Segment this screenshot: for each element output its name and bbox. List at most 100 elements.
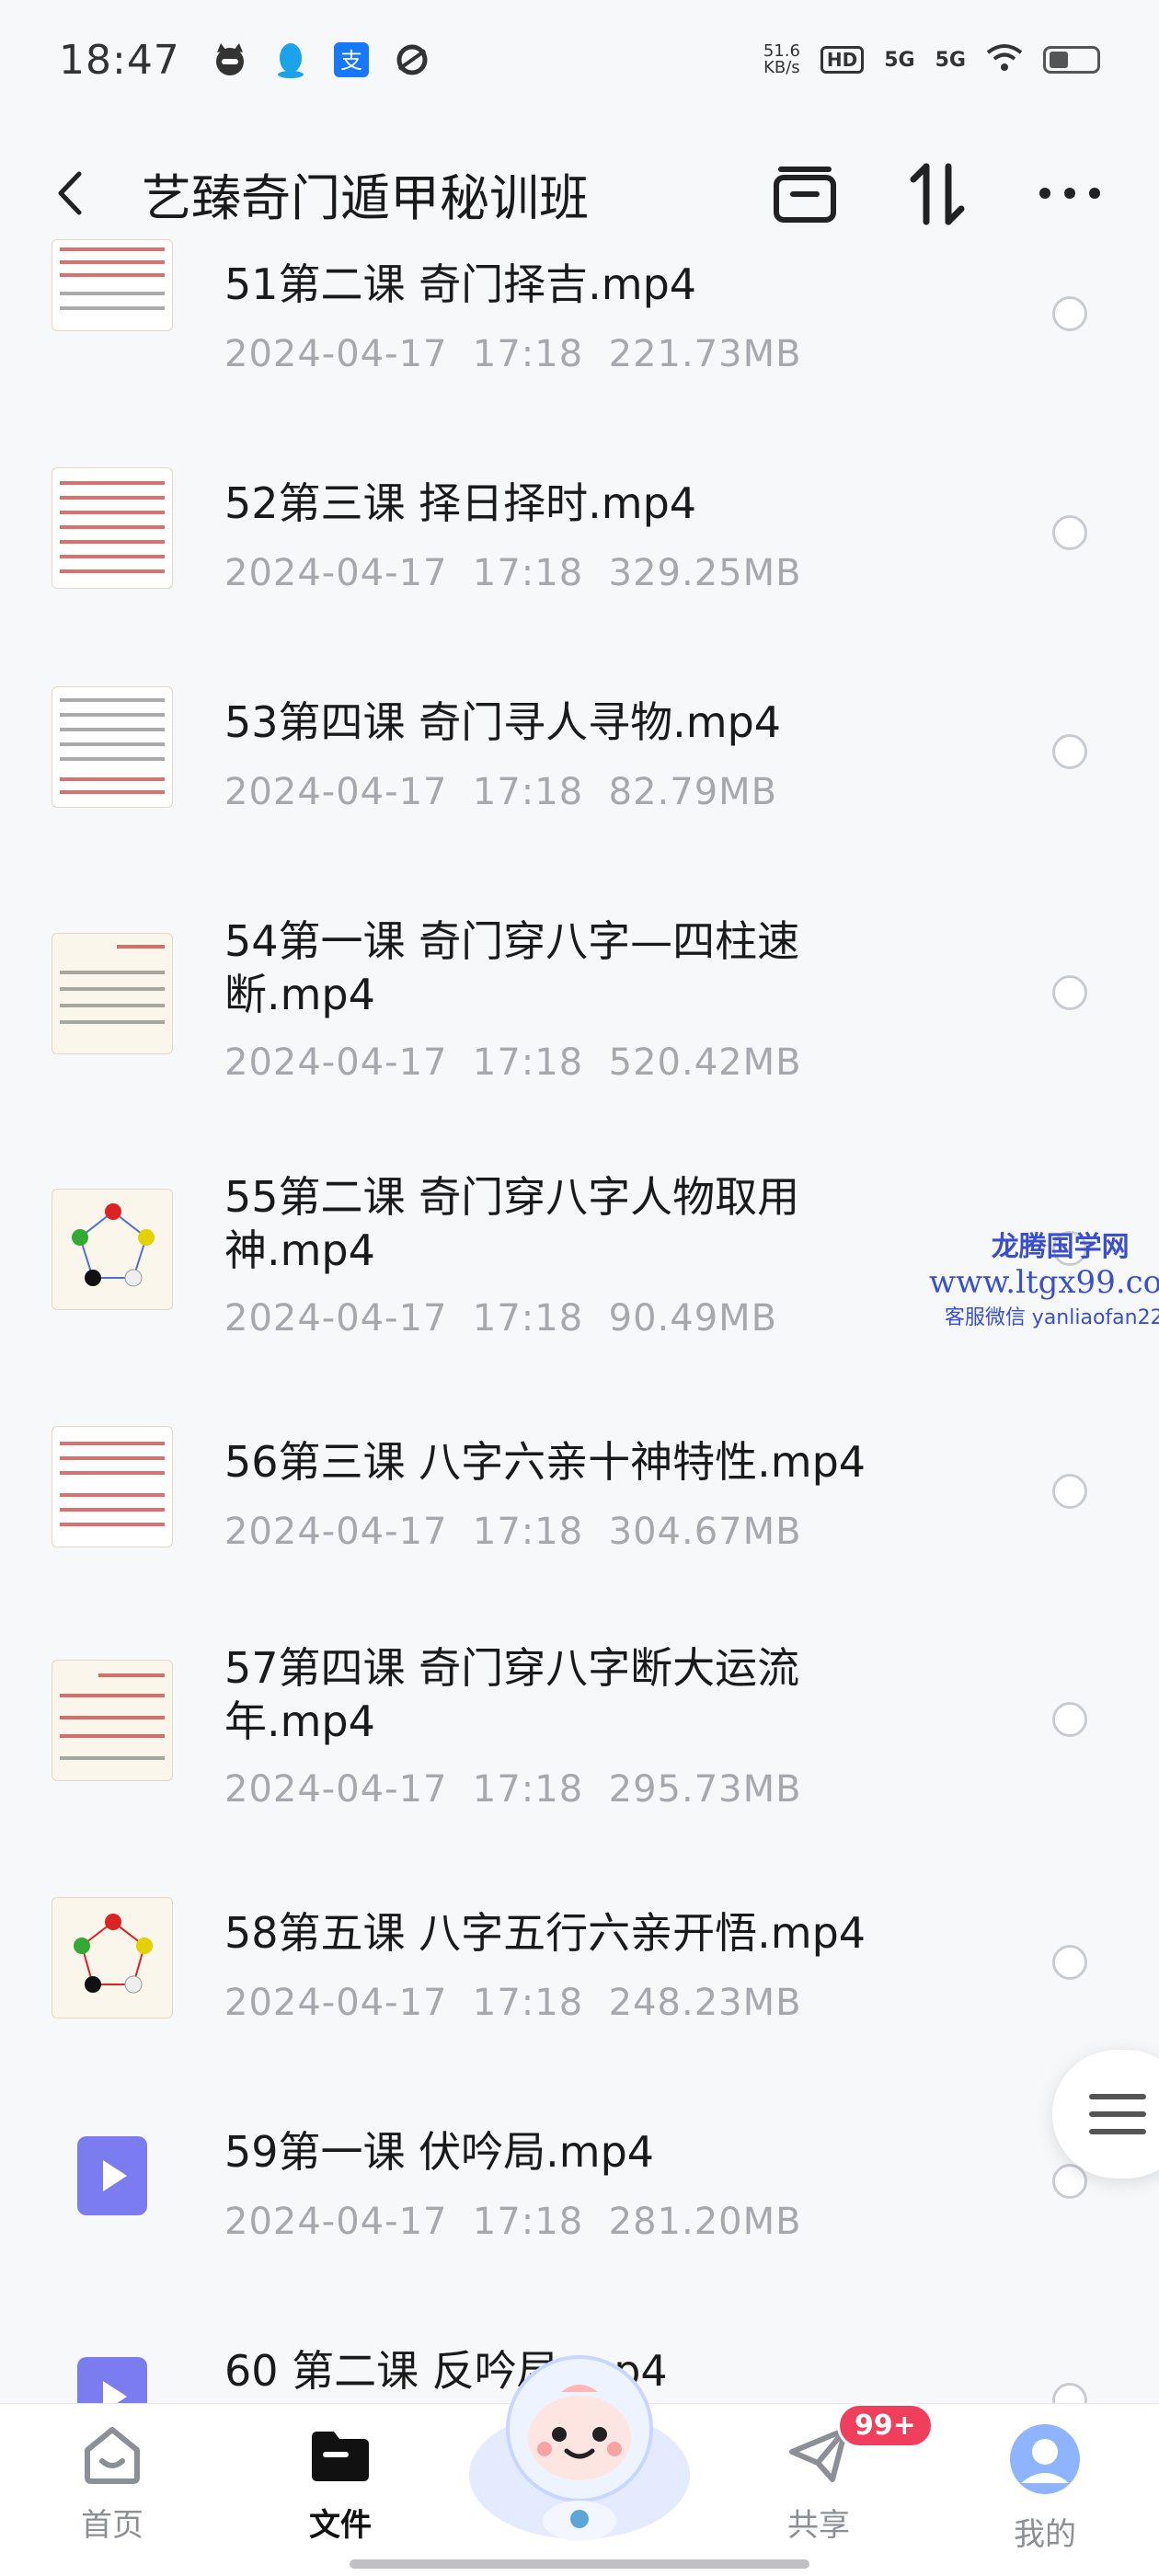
net-speed-unit: KB/s xyxy=(763,58,800,77)
select-radio[interactable] xyxy=(1052,2164,1087,2199)
select-radio[interactable] xyxy=(1052,296,1087,331)
home-indicator[interactable] xyxy=(350,2559,809,2569)
more-icon xyxy=(1039,188,1100,199)
signal-5g-2: 5G xyxy=(935,48,966,72)
file-time: 17:18 xyxy=(472,333,584,375)
file-name: 58第五课 八字五行六亲开悟.mp4 xyxy=(224,1908,866,1958)
five-elements-diagram xyxy=(72,1203,155,1287)
status-bar: 18:47 支 51.6 KB/s HD 5G 5G xyxy=(0,0,1159,120)
file-name: 57第四课 奇门穿八字断大运流年.mp4 xyxy=(224,1643,800,1746)
file-date: 2024-04-17 xyxy=(224,771,448,813)
file-meta: 2024-04-17 17:18 221.73MB xyxy=(224,333,802,375)
floating-menu-button[interactable] xyxy=(1052,2050,1159,2179)
select-radio[interactable] xyxy=(1052,1474,1087,1509)
folder-icon xyxy=(312,2432,369,2481)
back-button[interactable] xyxy=(55,166,101,221)
file-meta: 2024-04-17 17:18 520.42MB xyxy=(224,1041,802,1084)
watermark-url: www.ltgx99.com xyxy=(929,1264,1159,1301)
archive-icon xyxy=(774,167,836,223)
tab-home-label: 首页 xyxy=(81,2507,143,2544)
header-actions xyxy=(771,159,1104,227)
video-thumbnail xyxy=(52,239,173,331)
video-file-icon xyxy=(77,2136,147,2215)
header: 艺臻奇门遁甲秘训班 xyxy=(0,138,1159,248)
file-date: 2024-04-17 xyxy=(224,1982,448,2024)
notification-badge: 99+ xyxy=(837,2403,934,2448)
video-thumbnail xyxy=(52,1660,173,1781)
file-time: 17:18 xyxy=(472,2201,584,2243)
file-meta: 2024-04-17 17:18 329.25MB xyxy=(224,552,802,594)
system-status: 51.6 KB/s HD 5G 5G xyxy=(763,43,1100,76)
chevron-left-icon xyxy=(58,171,82,215)
file-date: 2024-04-17 xyxy=(224,1511,448,1553)
video-thumbnail xyxy=(52,933,173,1054)
tab-mine-label: 我的 xyxy=(1014,2516,1076,2553)
sort-icon xyxy=(910,163,965,225)
file-name: 53第四课 奇门寻人寻物.mp4 xyxy=(224,697,782,747)
file-time: 17:18 xyxy=(472,1982,584,2024)
file-date: 2024-04-17 xyxy=(224,1041,448,1084)
file-date: 2024-04-17 xyxy=(224,2201,448,2243)
file-name: 59第一课 伏吟局.mp4 xyxy=(224,2127,655,2177)
wifi-icon xyxy=(986,43,1023,76)
watermark-contact: 客服微信 yanliaofan225 xyxy=(944,1306,1159,1329)
cat-app-icon xyxy=(212,41,248,78)
select-radio[interactable] xyxy=(1052,975,1087,1010)
file-time: 17:18 xyxy=(472,1297,584,1340)
network-speed: 51.6 KB/s xyxy=(763,43,800,76)
hd-icon: HD xyxy=(820,46,865,74)
file-date: 2024-04-17 xyxy=(224,1297,448,1340)
status-time: 18:47 xyxy=(59,36,180,84)
file-time: 17:18 xyxy=(472,552,584,594)
watermark-title: 龙腾国学网 xyxy=(991,1231,1130,1263)
mascot-assistant-button[interactable] xyxy=(460,2337,699,2548)
tab-share-label: 共享 xyxy=(787,2507,850,2544)
file-size: 520.42MB xyxy=(608,1041,802,1084)
avatar xyxy=(1010,2424,1080,2494)
file-size: 221.73MB xyxy=(608,333,802,375)
file-size: 248.23MB xyxy=(608,1982,802,2024)
alipay-icon: 支 xyxy=(333,41,370,78)
select-radio[interactable] xyxy=(1052,1702,1087,1737)
select-radio[interactable] xyxy=(1052,1945,1087,1980)
tab-mine[interactable]: 我的 xyxy=(981,2422,1109,2554)
signal-5g-1: 5G xyxy=(884,48,915,72)
file-name: 52第三课 择日择时.mp4 xyxy=(224,478,697,528)
notification-icons: 支 xyxy=(212,41,430,78)
file-size: 90.49MB xyxy=(608,1297,778,1340)
file-time: 17:18 xyxy=(472,1511,584,1553)
tab-home[interactable]: 首页 xyxy=(48,2422,177,2545)
tab-files-label: 文件 xyxy=(309,2507,372,2544)
file-size: 329.25MB xyxy=(608,552,802,594)
home-icon xyxy=(85,2427,140,2484)
video-thumbnail xyxy=(52,1426,173,1547)
file-name: 55第二课 奇门穿八字人物取用神.mp4 xyxy=(224,1172,800,1275)
video-thumbnail xyxy=(52,467,173,589)
video-thumbnail xyxy=(52,686,173,808)
select-radio[interactable] xyxy=(1052,515,1087,550)
file-meta: 2024-04-17 17:18 248.23MB xyxy=(224,1982,802,2024)
file-size: 82.79MB xyxy=(608,771,778,813)
file-name: 56第三课 八字六亲十神特性.mp4 xyxy=(224,1437,866,1487)
video-thumbnail xyxy=(52,1189,173,1310)
battery-icon xyxy=(1043,46,1100,74)
file-meta: 2024-04-17 17:18 281.20MB xyxy=(224,2201,802,2243)
file-size: 281.20MB xyxy=(608,2201,802,2243)
file-name: 54第一课 奇门穿八字—四柱速断.mp4 xyxy=(224,916,800,1019)
file-meta: 2024-04-17 17:18 295.73MB xyxy=(224,1768,802,1811)
menu-icon xyxy=(1089,2094,1146,2134)
screen: 18:47 支 51.6 KB/s HD 5G 5G 艺臻奇门遁甲秘训班 51第… xyxy=(0,0,1159,2576)
select-radio[interactable] xyxy=(1052,734,1087,769)
orbit-app-icon xyxy=(394,41,430,78)
mascot-icon xyxy=(469,2355,690,2541)
more-button[interactable] xyxy=(1036,159,1104,227)
file-time: 17:18 xyxy=(472,771,584,813)
file-date: 2024-04-17 xyxy=(224,333,448,375)
tab-files[interactable]: 文件 xyxy=(276,2422,405,2545)
file-size: 295.73MB xyxy=(608,1768,802,1811)
archive-button[interactable] xyxy=(771,159,839,227)
sort-button[interactable] xyxy=(903,159,971,227)
file-meta: 2024-04-17 17:18 82.79MB xyxy=(224,771,777,813)
five-elements-diagram xyxy=(74,1914,153,1994)
file-size: 304.67MB xyxy=(608,1511,802,1553)
